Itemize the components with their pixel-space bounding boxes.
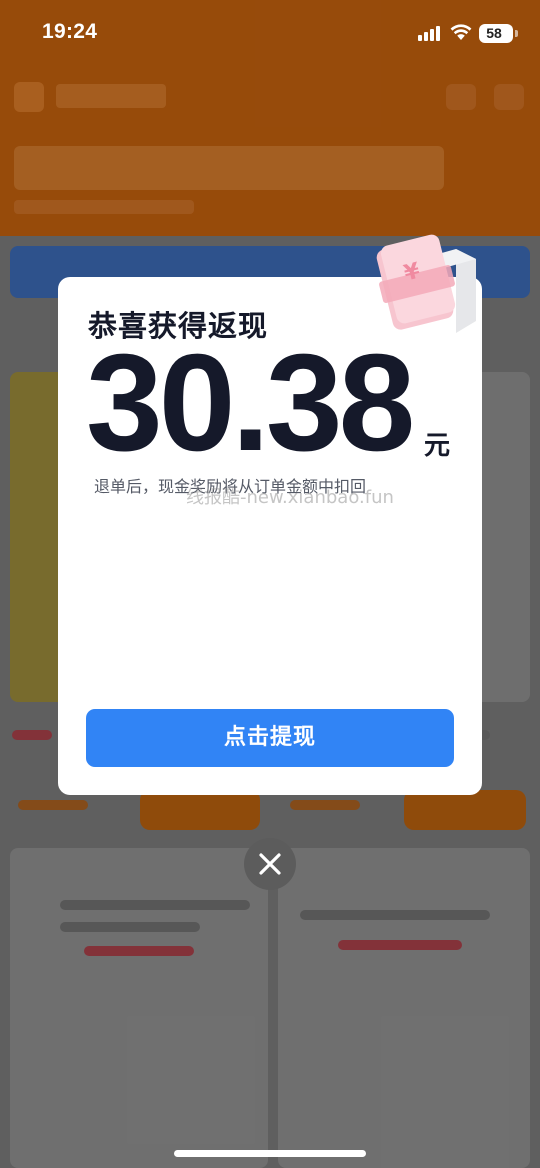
cashback-amount: 30.38 — [86, 326, 415, 480]
status-time: 19:24 — [42, 20, 98, 43]
watermark-text: 线报酷-new.xianbao.fun — [186, 487, 394, 508]
battery-nub — [515, 30, 518, 37]
currency-unit: 元 — [424, 431, 451, 461]
close-icon — [259, 853, 281, 875]
signal-icon — [418, 25, 444, 41]
home-indicator[interactable] — [174, 1150, 366, 1157]
withdraw-button[interactable]: 点击提现 — [86, 709, 454, 767]
wifi-icon — [450, 23, 472, 41]
battery-icon: 58 — [479, 24, 513, 43]
battery-level: 58 — [486, 25, 502, 41]
close-button[interactable] — [244, 838, 296, 890]
cashback-modal: ¥ 恭喜获得返现 30.38 元 退单后，现金奖励将从订单金额中扣回 线报酷-n… — [58, 234, 482, 795]
status-bar: 19:24 58 — [0, 0, 540, 66]
